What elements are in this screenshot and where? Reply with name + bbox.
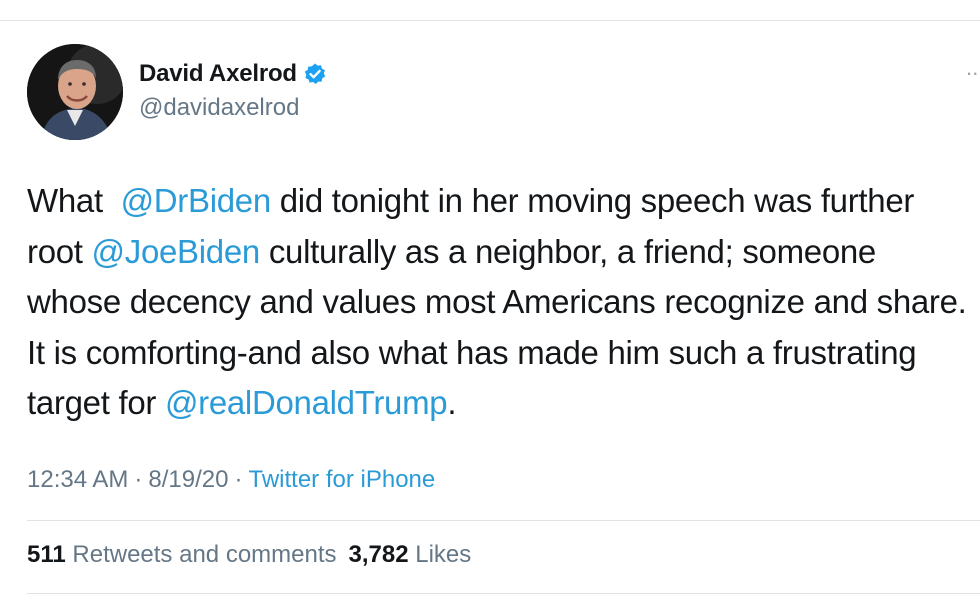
author-names: David Axelrod @davidaxelrod bbox=[139, 56, 327, 122]
stats-divider bbox=[27, 520, 980, 521]
top-divider bbox=[0, 20, 980, 21]
retweets-label: Retweets and comments bbox=[72, 541, 337, 568]
tweet-time[interactable]: 12:34 AM bbox=[27, 466, 128, 493]
author-handle[interactable]: @davidaxelrod bbox=[139, 94, 327, 122]
avatar[interactable] bbox=[27, 44, 123, 140]
tweet-text: What @DrBiden did tonight in her moving … bbox=[27, 176, 977, 429]
display-name[interactable]: David Axelrod bbox=[139, 60, 297, 88]
meta-separator: · bbox=[134, 466, 143, 493]
bottom-divider bbox=[27, 593, 980, 594]
retweets-count: 511 bbox=[27, 541, 66, 568]
verified-badge-icon bbox=[303, 62, 327, 86]
meta-separator: · bbox=[234, 466, 243, 493]
tweet-text-segment: What bbox=[27, 182, 121, 219]
name-row: David Axelrod bbox=[139, 56, 327, 92]
tweet-date[interactable]: 8/19/20 bbox=[148, 466, 228, 493]
likes-label: Likes bbox=[415, 541, 472, 568]
tweet-stats: 511 Retweets and comments 3,782 Likes bbox=[27, 541, 471, 569]
likes-count: 3,782 bbox=[348, 541, 409, 568]
ellipsis-icon[interactable]: ·· bbox=[965, 60, 979, 86]
mention-link[interactable]: @JoeBiden bbox=[92, 233, 261, 270]
tweet-header: David Axelrod @davidaxelrod bbox=[27, 44, 327, 140]
tweet-source-link[interactable]: Twitter for iPhone bbox=[248, 466, 435, 493]
mention-link[interactable]: @realDonaldTrump bbox=[165, 384, 448, 421]
likes-stat[interactable]: 3,782 Likes bbox=[349, 541, 472, 568]
profile-photo bbox=[27, 44, 123, 140]
tweet-text-segment: . bbox=[447, 384, 457, 421]
retweets-stat[interactable]: 511 Retweets and comments bbox=[27, 541, 337, 568]
tweet-meta: 12:34 AM · 8/19/20 · Twitter for iPhone bbox=[27, 466, 435, 494]
mention-link[interactable]: @DrBiden bbox=[121, 182, 272, 219]
